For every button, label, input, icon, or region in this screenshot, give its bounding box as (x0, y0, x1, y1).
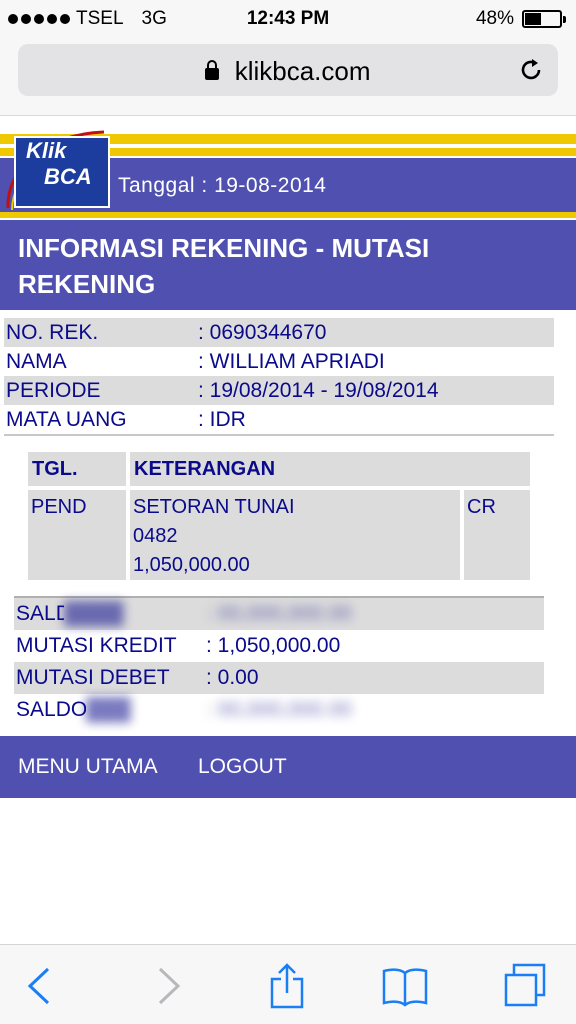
logo-text-klik: Klik (26, 138, 67, 163)
account-info-table: NO. REK. : 0690344670 NAMA : WILLIAM APR… (4, 318, 554, 436)
share-icon[interactable] (264, 963, 310, 1009)
tabs-icon[interactable] (502, 963, 548, 1009)
saldo-awal-label: SALDO AWAL (16, 602, 64, 625)
reload-icon[interactable] (518, 57, 544, 83)
klikbca-logo[interactable]: Klik BCA (4, 130, 112, 214)
transaction-header: TGL. KETERANGAN (28, 452, 530, 486)
url-text[interactable]: klikbca.com (235, 56, 371, 86)
bca-header: Klik BCA Tanggal : 19-08-2014 (0, 116, 576, 218)
info-row-periode: PERIODE : 19/08/2014 - 19/08/2014 (4, 376, 554, 405)
address-url-row[interactable]: klikbca.com (18, 56, 558, 87)
summary-row-mutasi-debet: MUTASI DEBET : 0.00 (14, 662, 544, 694)
cell-dbcr: CR (464, 490, 530, 580)
info-key: PERIODE (6, 378, 101, 402)
logout-link[interactable]: LOGOUT (198, 755, 287, 779)
info-value: : IDR (198, 407, 246, 431)
saldo-akhir-label: SALDO AKHIR (16, 698, 86, 721)
summary-key: SALDO AWAL████ (16, 602, 206, 626)
header-date: Tanggal : 19-08-2014 (118, 174, 327, 197)
footer-menu: MENU UTAMA LOGOUT (0, 736, 576, 798)
lock-icon (205, 60, 220, 80)
ket-amount: 1,050,000.00 (133, 554, 250, 576)
menu-utama-link[interactable]: MENU UTAMA (18, 755, 158, 779)
page-title: INFORMASI REKENING - MUTASI REKENING (18, 233, 430, 299)
bookmarks-icon[interactable] (382, 963, 428, 1009)
status-bar: TSEL 3G 12:43 PM 48% (0, 0, 576, 38)
info-row-mata-uang: MATA UANG : IDR (4, 405, 554, 434)
ket-line: 0482 (133, 525, 178, 547)
status-right: 48% (475, 8, 566, 30)
header-keterangan: KETERANGAN (130, 452, 530, 486)
saldo-awal-value: : 00,000,000.00 (206, 602, 352, 625)
page-title-bar: INFORMASI REKENING - MUTASI REKENING (0, 220, 576, 310)
address-bar[interactable]: klikbca.com (18, 44, 558, 96)
summary-table: SALDO AWAL████ : 00,000,000.00 MUTASI KR… (14, 596, 544, 726)
blurred-text: ███ (86, 698, 131, 721)
ket-line: SETORAN TUNAI (133, 496, 295, 518)
table-row: PEND SETORAN TUNAI 0482 1,050,000.00 CR (28, 490, 530, 580)
forward-icon[interactable] (144, 963, 190, 1009)
saldo-akhir-value: : 00,000,000.00 (206, 698, 352, 721)
battery-icon (522, 10, 566, 28)
summary-key: MUTASI KREDIT (16, 634, 177, 657)
info-key: MATA UANG (6, 407, 127, 431)
info-key: NAMA (6, 349, 67, 373)
info-row-nama: NAMA : WILLIAM APRIADI (4, 347, 554, 376)
transaction-table: TGL. KETERANGAN PEND SETORAN TUNAI 0482 … (28, 452, 530, 580)
battery-percent: 48% (475, 8, 514, 29)
info-value: : 19/08/2014 - 19/08/2014 (198, 378, 439, 402)
browser-toolbar (0, 944, 576, 1024)
info-key: NO. REK. (6, 320, 99, 344)
logo-text-bca: BCA (44, 164, 92, 189)
summary-row-saldo-akhir: SALDO AKHIR███ : 00,000,000.00 (14, 694, 544, 726)
info-row-no-rek: NO. REK. : 0690344670 (4, 318, 554, 347)
summary-value: : 0.00 (206, 666, 259, 689)
info-value: : WILLIAM APRIADI (198, 349, 385, 373)
cell-keterangan: SETORAN TUNAI 0482 1,050,000.00 (130, 490, 460, 580)
summary-value: : 1,050,000.00 (206, 634, 341, 657)
summary-row-saldo-awal: SALDO AWAL████ : 00,000,000.00 (14, 598, 544, 630)
info-value: : 0690344670 (198, 320, 327, 344)
browser-address-area: klikbca.com (0, 38, 576, 116)
back-icon[interactable] (18, 963, 64, 1009)
header-tgl: TGL. (28, 452, 126, 486)
cell-tgl: PEND (28, 490, 126, 580)
summary-row-mutasi-kredit: MUTASI KREDIT : 1,050,000.00 (14, 630, 544, 662)
battery-fill (525, 13, 542, 25)
blurred-text: ████ (64, 602, 124, 625)
summary-key: SALDO AKHIR███ (16, 698, 206, 722)
summary-key: MUTASI DEBET (16, 666, 170, 689)
